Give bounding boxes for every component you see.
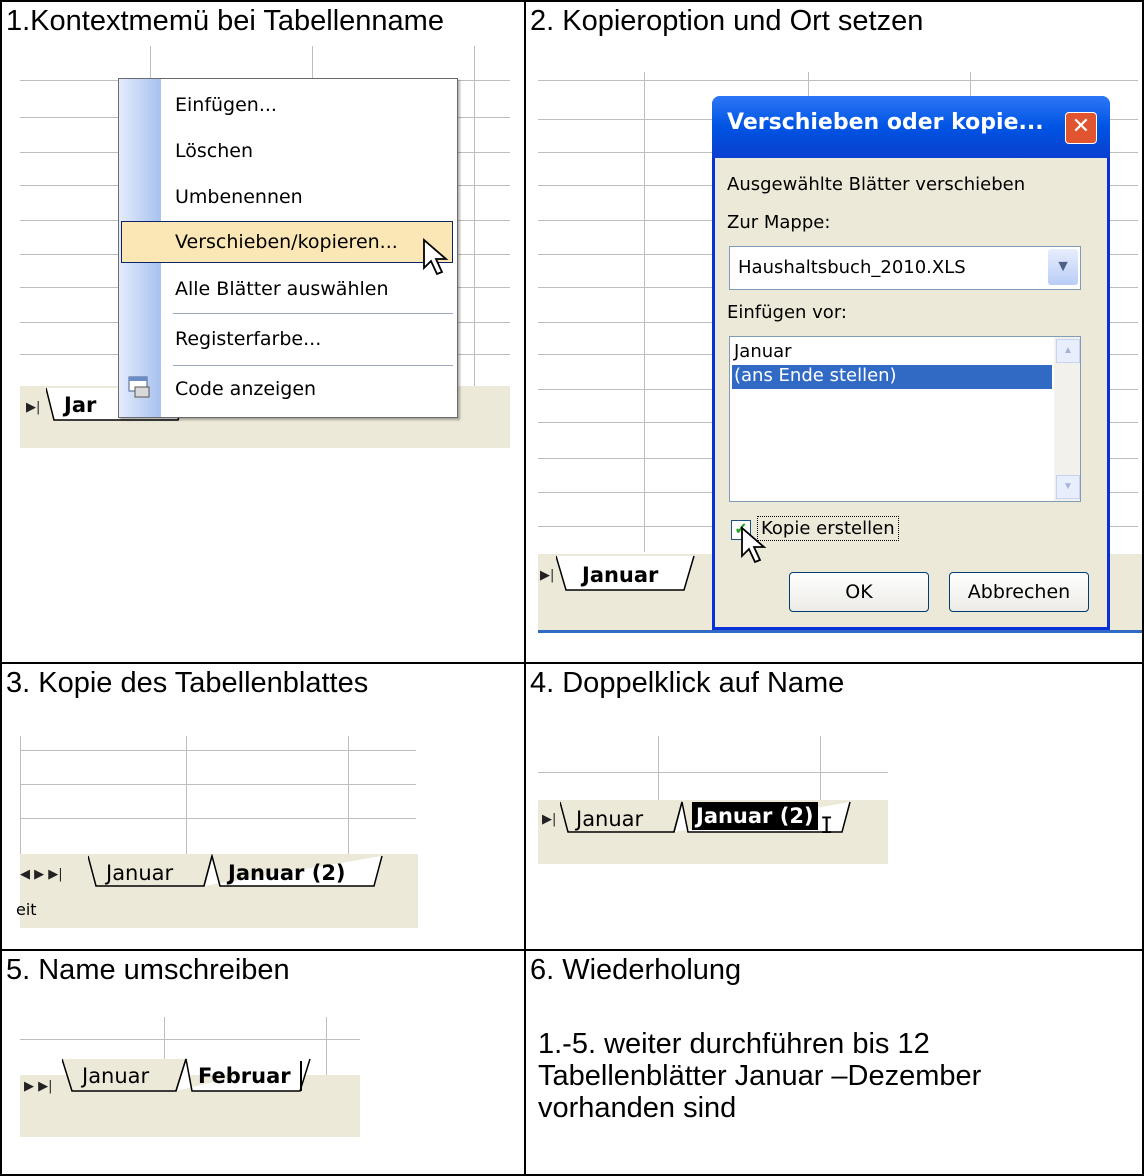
menu-item-einfuegen[interactable]: Einfügen... [175,85,277,125]
sheet-tab-februar[interactable]: Februar [198,1063,291,1089]
context-menu: Einfügen... Löschen Umbenennen Verschieb… [118,78,458,418]
step-4-panel: 4. Doppelklick auf Name ▶| Januar Januar… [526,664,1142,949]
sheet-tab-januar[interactable]: Jar [64,392,96,418]
step-2-title: 2. Kopieroption und Ort setzen [530,5,924,37]
sheet-nav-icons-3[interactable]: ◀ ▶ ▶| [20,867,63,882]
sheet-listbox[interactable]: Januar (ans Ende stellen) ▲ ▼ [729,336,1081,502]
text-caret [300,1061,302,1091]
step-6-panel: 6. Wiederholung 1.-5. weiter durchführen… [526,951,1142,1174]
sheet-tab-januar-3[interactable]: Januar [106,860,173,886]
sheet-nav-icons-5[interactable]: ▶ ▶| [24,1079,53,1094]
menu-separator-2 [173,365,453,366]
sheet-tab-januar-5[interactable]: Januar [82,1063,149,1089]
menu-separator [173,313,453,314]
close-icon: ✕ [1071,114,1091,139]
last-sheet-nav-icon-4[interactable]: ▶| [542,812,556,827]
dialog-title: Verschieben oder kopie... [727,110,1044,135]
step-4-title: 4. Doppelklick auf Name [530,667,845,699]
step-6-text-line-2: Tabellenblätter Januar –Dezember [538,1060,982,1092]
insert-before-label: Einfügen vor: [727,302,847,323]
book-select[interactable]: Haushaltsbuch_2010.XLS ▼ [729,246,1081,290]
menu-item-verschieben-kopieren[interactable]: Verschieben/kopieren... [175,222,398,262]
menu-item-loeschen[interactable]: Löschen [175,131,253,171]
mouse-cursor-icon [423,238,449,276]
sheet-tab-januar-4[interactable]: Januar [576,806,643,832]
menu-item-code-anzeigen[interactable]: Code anzeigen [175,369,316,409]
status-bar-text: eit [16,900,37,919]
scroll-down-icon[interactable]: ▼ [1056,475,1080,499]
step-3-panel: 3. Kopie des Tabellenblattes ◀ ▶ ▶| Janu… [2,664,524,949]
move-selected-label: Ausgewählte Blätter verschieben [727,174,1026,195]
menu-item-umbenennen[interactable]: Umbenennen [175,177,303,217]
step-3-title: 3. Kopie des Tabellenblattes [6,667,369,699]
step-2-panel: 2. Kopieroption und Ort setzen ▶| Januar… [526,2,1142,662]
sheet-tab-januar-2-copy[interactable]: Januar (2) [228,860,346,886]
step-1-title: 1.Kontextmemü bei Tabellenname [6,5,444,37]
ok-button[interactable]: OK [789,572,929,612]
step-6-text-line-3: vorhanden sind [538,1092,737,1124]
sheet-tab-rename-selected[interactable]: Januar (2) [692,802,818,830]
scroll-up-icon[interactable]: ▲ [1056,339,1080,363]
move-copy-dialog: Verschieben oder kopie... ✕ Ausgewählte … [712,96,1110,630]
book-select-value: Haushaltsbuch_2010.XLS [738,257,966,278]
copy-checkbox-label[interactable]: Kopie erstellen [757,516,899,541]
tabbar-blue-line [538,630,1142,633]
chevron-down-icon[interactable]: ▼ [1048,249,1078,285]
step-6-title: 6. Wiederholung [530,954,742,986]
step-5-panel: 5. Name umschreiben ▶ ▶| Januar Februar [2,951,524,1174]
menu-item-registerfarbe[interactable]: Registerfarbe... [175,319,321,359]
sheet-tab-januar-2[interactable]: Januar [582,562,658,588]
step-5-title: 5. Name umschreiben [6,954,290,986]
text-cursor-icon: I [820,814,834,839]
last-sheet-nav-icon-2[interactable]: ▶| [540,568,554,583]
cancel-button[interactable]: Abbrechen [949,572,1089,612]
to-book-label: Zur Mappe: [727,212,831,233]
step-1-panel: 1.Kontextmemü bei Tabellenname ▶| Jar Ei… [2,2,524,662]
menu-item-alle-blaetter[interactable]: Alle Blätter auswählen [175,269,389,309]
dialog-close-button[interactable]: ✕ [1065,112,1097,144]
step-6-text-line-1: 1.-5. weiter durchführen bis 12 [538,1028,930,1060]
listbox-scrollbar[interactable]: ▲ ▼ [1054,337,1080,501]
code-icon [128,376,150,398]
list-item-selected[interactable]: (ans Ende stellen) [732,365,1052,389]
last-sheet-nav-icon[interactable]: ▶| [26,400,40,415]
mouse-cursor-icon-2 [741,526,767,564]
list-item[interactable]: Januar [734,341,792,362]
